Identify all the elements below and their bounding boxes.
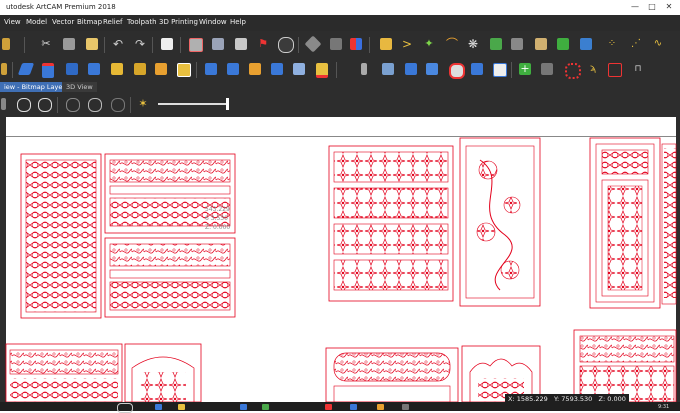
taskbar-browser-icon[interactable] bbox=[240, 404, 247, 410]
taskbar-mail-icon[interactable] bbox=[350, 404, 357, 410]
taskbar-settings-icon[interactable] bbox=[402, 404, 409, 410]
taskbar-artcam-icon[interactable] bbox=[325, 404, 332, 410]
search-icon[interactable] bbox=[117, 403, 133, 413]
design-panel-horizontal-2[interactable] bbox=[104, 237, 236, 318]
design-panel-edge-right[interactable] bbox=[661, 143, 677, 305]
design-artwork bbox=[5, 137, 677, 403]
taskbar bbox=[0, 402, 680, 411]
cursor-readout-z: Z: 0.000 bbox=[205, 224, 231, 231]
design-panel-tall-left[interactable] bbox=[20, 153, 102, 319]
cursor-readout-x: 543.229 bbox=[205, 206, 230, 213]
taskbar-chrome-icon[interactable] bbox=[262, 404, 269, 410]
design-panel-bottom-left[interactable] bbox=[5, 343, 123, 403]
clock: 9:31 bbox=[658, 404, 670, 410]
taskbar-app-icon[interactable] bbox=[155, 404, 162, 410]
design-panel-door[interactable] bbox=[589, 137, 661, 309]
design-panel-floral[interactable] bbox=[459, 137, 541, 307]
design-panel-bottom-oval[interactable] bbox=[325, 347, 459, 403]
taskbar-store-icon[interactable] bbox=[377, 404, 384, 410]
design-strip-group[interactable] bbox=[328, 145, 454, 302]
cursor-readout-y: 6 3.530 bbox=[205, 215, 228, 222]
taskbar-folder-icon[interactable] bbox=[178, 404, 185, 410]
design-panel-bottom-arch[interactable] bbox=[124, 343, 202, 403]
design-panel-bottom-right[interactable] bbox=[573, 329, 677, 403]
